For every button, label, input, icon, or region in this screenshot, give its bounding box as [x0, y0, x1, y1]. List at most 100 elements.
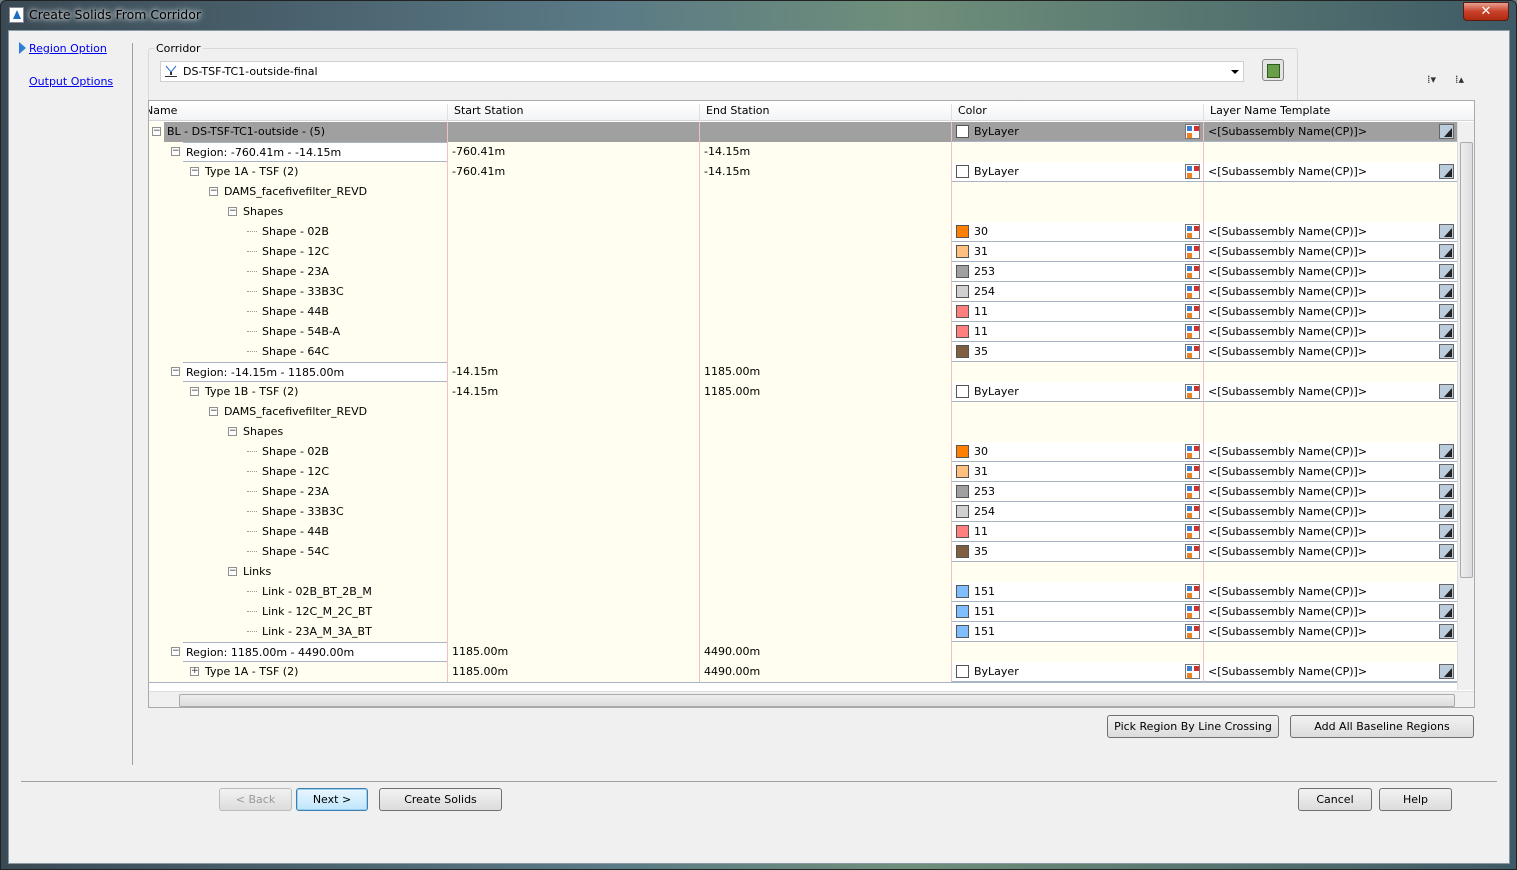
layer-template-editor-icon[interactable] — [1439, 504, 1454, 519]
layer-template-cell[interactable]: <[Subassembly Name(CP)]> — [1203, 222, 1457, 242]
color-picker-icon[interactable] — [1185, 244, 1200, 259]
name-cell[interactable]: DAMS_facefivefilter_REVD — [221, 402, 447, 422]
table-row[interactable]: DAMS_facefivefilter_REVD − — [149, 402, 1457, 422]
layer-template-cell[interactable]: <[Subassembly Name(CP)]> — [1203, 382, 1457, 402]
color-picker-icon[interactable] — [1185, 224, 1200, 239]
layer-template-cell[interactable]: <[Subassembly Name(CP)]> — [1203, 162, 1457, 182]
name-cell[interactable]: Shape - 12C — [259, 242, 447, 262]
hscroll-thumb[interactable] — [179, 694, 1455, 707]
end-station-cell[interactable] — [699, 402, 951, 422]
table-row[interactable]: Link - 02B_BT_2B_M 151 <[Subassembly Name(… — [149, 582, 1457, 602]
end-station-cell[interactable] — [699, 282, 951, 302]
end-station-cell[interactable] — [699, 302, 951, 322]
start-station-cell[interactable] — [447, 522, 699, 542]
name-cell[interactable]: Shape - 23A — [259, 262, 447, 282]
table-row[interactable]: Link - 12C_M_2C_BT 151 <[Subassembly Name(… — [149, 602, 1457, 622]
table-row[interactable]: Link - 23A_M_3A_BT 151 <[Subassembly Name(… — [149, 622, 1457, 642]
start-station-cell[interactable] — [447, 442, 699, 462]
name-cell[interactable]: Shape - 44B — [259, 302, 447, 322]
back-button[interactable]: < Back — [219, 788, 292, 811]
layer-template-cell[interactable]: <[Subassembly Name(CP)]> — [1203, 662, 1457, 682]
layer-template-cell[interactable]: <[Subassembly Name(CP)]> — [1203, 322, 1457, 342]
start-station-cell[interactable] — [447, 582, 699, 602]
start-station-cell[interactable] — [447, 602, 699, 622]
end-station-cell[interactable] — [699, 182, 951, 202]
cancel-button[interactable]: Cancel — [1298, 788, 1372, 811]
start-station-cell[interactable] — [447, 542, 699, 562]
layer-template-editor-icon[interactable] — [1439, 304, 1454, 319]
color-picker-icon[interactable] — [1185, 524, 1200, 539]
table-row[interactable]: Region: -14.15m - 1185.00m − -14.15m 1185.0… — [149, 362, 1457, 382]
name-cell[interactable]: Region: -14.15m - 1185.00m — [183, 362, 447, 382]
name-cell[interactable]: Type 1A - TSF (2) — [202, 662, 447, 682]
layer-template-editor-icon[interactable] — [1439, 464, 1454, 479]
color-picker-icon[interactable] — [1185, 484, 1200, 499]
color-picker-icon[interactable] — [1185, 344, 1200, 359]
next-button[interactable]: Next > — [296, 788, 368, 811]
table-row[interactable]: Shape - 33B3C 254 <[Subassembly Name(CP)]> — [149, 282, 1457, 302]
color-cell[interactable]: 31 — [951, 462, 1203, 482]
end-station-cell[interactable] — [699, 482, 951, 502]
layer-template-cell[interactable]: <[Subassembly Name(CP)]> — [1203, 122, 1457, 142]
end-station-cell[interactable] — [699, 602, 951, 622]
color-cell[interactable]: 35 — [951, 542, 1203, 562]
table-row[interactable]: Shape - 02B 30 <[Subassembly Name(CP)]> — [149, 442, 1457, 462]
layer-template-cell[interactable]: <[Subassembly Name(CP)]> — [1203, 462, 1457, 482]
color-picker-icon[interactable] — [1185, 304, 1200, 319]
end-station-cell[interactable]: -14.15m — [699, 142, 951, 162]
name-cell[interactable]: Shape - 02B — [259, 222, 447, 242]
start-station-cell[interactable]: 1185.00m — [447, 662, 699, 682]
layer-template-editor-icon[interactable] — [1439, 444, 1454, 459]
col-end-station[interactable]: End Station — [699, 104, 770, 122]
collapse-icon[interactable]: − — [190, 167, 199, 176]
color-cell[interactable]: 11 — [951, 522, 1203, 542]
color-picker-icon[interactable] — [1185, 444, 1200, 459]
end-station-cell[interactable] — [699, 562, 951, 582]
start-station-cell[interactable] — [447, 262, 699, 282]
color-picker-icon[interactable] — [1185, 624, 1200, 639]
end-station-cell[interactable] — [699, 322, 951, 342]
end-station-cell[interactable] — [699, 202, 951, 222]
name-cell[interactable]: Link - 12C_M_2C_BT — [259, 602, 447, 622]
color-picker-icon[interactable] — [1185, 264, 1200, 279]
col-name[interactable]: Name — [149, 104, 177, 122]
start-station-cell[interactable]: -760.41m — [447, 142, 699, 162]
end-station-cell[interactable] — [699, 442, 951, 462]
color-picker-icon[interactable] — [1185, 164, 1200, 179]
layer-template-cell[interactable]: <[Subassembly Name(CP)]> — [1203, 522, 1457, 542]
color-cell[interactable]: 254 — [951, 282, 1203, 302]
start-station-cell[interactable] — [447, 222, 699, 242]
col-color[interactable]: Color — [951, 104, 987, 122]
name-cell[interactable]: Shape - 54B-A — [259, 322, 447, 342]
color-cell[interactable]: 254 — [951, 502, 1203, 522]
layer-template-editor-icon[interactable] — [1439, 544, 1454, 559]
nav-output-options[interactable]: Output Options — [29, 75, 113, 88]
start-station-cell[interactable] — [447, 182, 699, 202]
color-cell[interactable]: 151 — [951, 602, 1203, 622]
name-cell[interactable]: Shape - 44B — [259, 522, 447, 542]
table-row[interactable]: Type 1A - TSF (2) +1185.00m 4490.00m ByLaye… — [149, 662, 1457, 682]
table-row-partial[interactable] — [149, 682, 1457, 690]
layer-template-editor-icon[interactable] — [1439, 244, 1454, 259]
start-station-cell[interactable]: 1185.00m — [447, 642, 699, 662]
layer-template-editor-icon[interactable] — [1439, 264, 1454, 279]
table-row[interactable]: Shapes − — [149, 202, 1457, 222]
end-station-cell[interactable] — [699, 462, 951, 482]
color-picker-icon[interactable] — [1185, 664, 1200, 679]
start-station-cell[interactable] — [447, 462, 699, 482]
layer-template-cell[interactable]: <[Subassembly Name(CP)]> — [1203, 622, 1457, 642]
name-cell[interactable]: Region: 1185.00m - 4490.00m — [183, 642, 447, 662]
color-picker-icon[interactable] — [1185, 504, 1200, 519]
end-station-cell[interactable] — [699, 222, 951, 242]
start-station-cell[interactable] — [447, 242, 699, 262]
layer-template-cell[interactable]: <[Subassembly Name(CP)]> — [1203, 542, 1457, 562]
start-station-cell[interactable] — [447, 202, 699, 222]
start-station-cell[interactable] — [447, 562, 699, 582]
create-solids-button[interactable]: Create Solids — [379, 788, 502, 811]
name-cell[interactable]: Shape - 23A — [259, 482, 447, 502]
name-cell[interactable]: Shape - 02B — [259, 442, 447, 462]
layer-template-editor-icon[interactable] — [1439, 224, 1454, 239]
name-cell[interactable]: Links — [240, 562, 447, 582]
table-row[interactable]: Links − — [149, 562, 1457, 582]
color-picker-icon[interactable] — [1185, 464, 1200, 479]
